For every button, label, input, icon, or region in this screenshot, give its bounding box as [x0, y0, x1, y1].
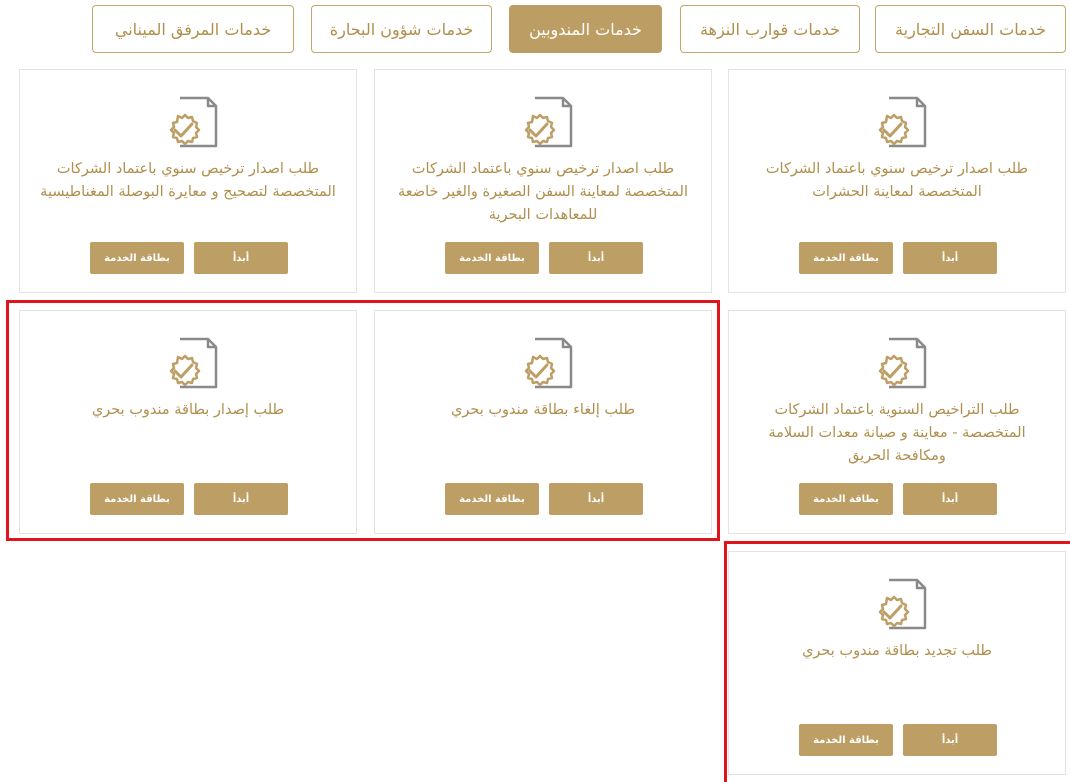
- service-title: طلب التراخيص السنوية باعتماد الشركات الم…: [768, 402, 1026, 464]
- service-card-button[interactable]: بطاقة الخدمة: [90, 483, 184, 515]
- start-button[interactable]: أبدأ: [549, 242, 643, 274]
- service-card: طلب تجديد بطاقة مندوب بحري أبدأ بطاقة ال…: [728, 551, 1066, 775]
- service-title: طلب إصدار بطاقة مندوب بحري: [91, 402, 285, 418]
- document-gear-check-icon: [878, 337, 927, 389]
- service-card: طلب اصدار ترخيص سنوي باعتماد الشركات الم…: [19, 69, 357, 293]
- service-card: طلب إلغاء بطاقة مندوب بحري أبدأ بطاقة ال…: [374, 310, 712, 534]
- service-card-button[interactable]: بطاقة الخدمة: [799, 242, 893, 274]
- service-card-button[interactable]: بطاقة الخدمة: [445, 483, 539, 515]
- service-category-tabs: خدمات السفن التجارية خدمات قوارب النزهة …: [0, 5, 1070, 53]
- service-card: طلب اصدار ترخيص سنوي باعتماد الشركات الم…: [374, 69, 712, 293]
- tab-commercial-ships[interactable]: خدمات السفن التجارية: [875, 5, 1066, 53]
- document-gear-check-icon: [878, 96, 927, 148]
- service-title: طلب اصدار ترخيص سنوي باعتماد الشركات الم…: [765, 161, 1029, 200]
- tab-port-facility[interactable]: خدمات المرفق الميناني: [92, 5, 294, 53]
- document-gear-check-icon: [169, 337, 218, 389]
- tab-agents-services[interactable]: خدمات المندوبين: [509, 5, 662, 53]
- document-gear-check-icon: [169, 96, 218, 148]
- service-card-button[interactable]: بطاقة الخدمة: [445, 242, 539, 274]
- tab-pleasure-boats[interactable]: خدمات قوارب النزهة: [680, 5, 860, 53]
- start-button[interactable]: أبدأ: [194, 483, 288, 515]
- start-button[interactable]: أبدأ: [903, 724, 997, 756]
- start-button[interactable]: أبدأ: [194, 242, 288, 274]
- service-title: طلب تجديد بطاقة مندوب بحري: [802, 643, 992, 659]
- service-card: طلب التراخيص السنوية باعتماد الشركات الم…: [728, 310, 1066, 534]
- start-button[interactable]: أبدأ: [903, 483, 997, 515]
- service-title: طلب إلغاء بطاقة مندوب بحري: [451, 402, 635, 418]
- start-button[interactable]: أبدأ: [549, 483, 643, 515]
- start-button[interactable]: أبدأ: [903, 242, 997, 274]
- service-card-button[interactable]: بطاقة الخدمة: [799, 483, 893, 515]
- tab-seafarers-affairs[interactable]: خدمات شؤون البحارة: [311, 5, 492, 53]
- service-card-button[interactable]: بطاقة الخدمة: [90, 242, 184, 274]
- service-card: طلب إصدار بطاقة مندوب بحري أبدأ بطاقة ال…: [19, 310, 357, 534]
- service-card: طلب اصدار ترخيص سنوي باعتماد الشركات الم…: [728, 69, 1066, 293]
- service-title: طلب اصدار ترخيص سنوي باعتماد الشركات الم…: [398, 161, 688, 223]
- document-gear-check-icon: [878, 578, 927, 630]
- document-gear-check-icon: [524, 337, 573, 389]
- service-title: طلب اصدار ترخيص سنوي باعتماد الشركات الم…: [40, 161, 336, 200]
- service-card-button[interactable]: بطاقة الخدمة: [799, 724, 893, 756]
- document-gear-check-icon: [524, 96, 573, 148]
